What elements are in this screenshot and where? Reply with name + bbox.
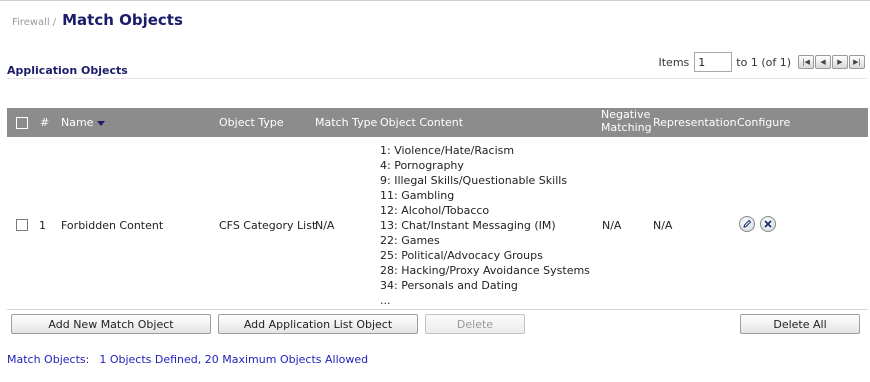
pencil-glyph <box>743 219 752 228</box>
status-label: Match Objects: <box>7 353 90 366</box>
edit-pencil-icon[interactable] <box>739 216 755 232</box>
row-name: Forbidden Content <box>61 219 164 232</box>
content-item: 11: Gambling <box>380 189 455 202</box>
status-line: Match Objects: 1 Objects Defined, 20 Maxi… <box>7 353 368 366</box>
row-divider <box>7 309 868 310</box>
content-item: 28: Hacking/Proxy Avoidance Systems <box>380 264 590 277</box>
items-label: Items <box>658 55 690 69</box>
content-item: 13: Chat/Instant Messaging (IM) <box>380 219 556 232</box>
header-negative-matching: Negative Matching <box>601 108 652 134</box>
breadcrumb-firewall[interactable]: Firewall <box>12 17 50 28</box>
sort-desc-icon <box>97 120 106 126</box>
breadcrumb: Firewall / Match Objects <box>12 11 183 29</box>
header-name-label: Name <box>61 116 94 129</box>
items-range: to 1 (of 1) <box>736 55 791 69</box>
last-page-icon: ▶| <box>853 58 861 66</box>
header-configure: Configure <box>737 116 791 129</box>
content-item: ... <box>380 294 391 307</box>
header-negative-line1: Negative <box>601 108 651 121</box>
next-page-icon: ▶ <box>837 58 843 66</box>
add-match-object-button[interactable]: Add New Match Object <box>11 314 211 334</box>
prev-page-icon: ◀ <box>820 58 826 66</box>
content-item: 34: Personals and Dating <box>380 279 518 292</box>
content-item: 1: Violence/Hate/Racism <box>380 144 515 157</box>
items-input[interactable] <box>694 52 733 72</box>
header-name[interactable]: Name <box>61 116 106 129</box>
row-match-type: N/A <box>315 219 335 232</box>
row-negative-matching: N/A <box>602 219 622 232</box>
header-object-type: Object Type <box>219 116 284 129</box>
first-page-icon: |◀ <box>802 58 810 66</box>
table-header: # Name Object Type Match Type Object Con… <box>7 108 868 137</box>
page-title: Match Objects <box>62 11 183 29</box>
delete-all-button[interactable]: Delete All <box>740 314 860 334</box>
section-divider <box>7 78 867 79</box>
row-checkbox[interactable] <box>16 219 28 231</box>
content-item: 12: Alcohol/Tobacco <box>380 204 490 217</box>
content-item: 22: Games <box>380 234 440 247</box>
content-item: 9: Illegal Skills/Questionable Skills <box>380 174 568 187</box>
prev-page-button[interactable]: ◀ <box>815 55 831 69</box>
delete-button[interactable]: Delete <box>425 314 525 334</box>
status-text: 1 Objects Defined, 20 Maximum Objects Al… <box>99 353 369 366</box>
content-item: 25: Political/Advocacy Groups <box>380 249 543 262</box>
header-object-content: Object Content <box>380 116 464 129</box>
header-num: # <box>40 116 50 129</box>
page-nav: |◀ ◀ ▶ ▶| <box>797 55 865 69</box>
delete-x-icon[interactable] <box>760 216 776 232</box>
pagination: Items to 1 (of 1) |◀ ◀ ▶ ▶| <box>658 52 865 72</box>
object-content-list: 1: Violence/Hate/Racism 4: Pornography 9… <box>380 143 590 308</box>
header-match-type: Match Type <box>315 116 378 129</box>
header-negative-line2: Matching <box>601 121 652 134</box>
section-title: Application Objects <box>7 64 128 77</box>
first-page-button[interactable]: |◀ <box>798 55 814 69</box>
add-application-list-object-button[interactable]: Add Application List Object <box>218 314 418 334</box>
breadcrumb-separator: / <box>52 17 57 28</box>
last-page-button[interactable]: ▶| <box>849 55 865 69</box>
header-representation: Representation <box>653 116 737 129</box>
row-representation: N/A <box>653 219 673 232</box>
x-glyph <box>764 220 772 228</box>
next-page-button[interactable]: ▶ <box>832 55 848 69</box>
table-row: 1 Forbidden Content CFS Category List N/… <box>7 137 868 309</box>
top-border <box>0 0 870 1</box>
select-all-checkbox[interactable] <box>16 117 28 129</box>
row-num: 1 <box>39 219 46 232</box>
row-object-type: CFS Category List <box>219 219 317 232</box>
content-item: 4: Pornography <box>380 159 464 172</box>
